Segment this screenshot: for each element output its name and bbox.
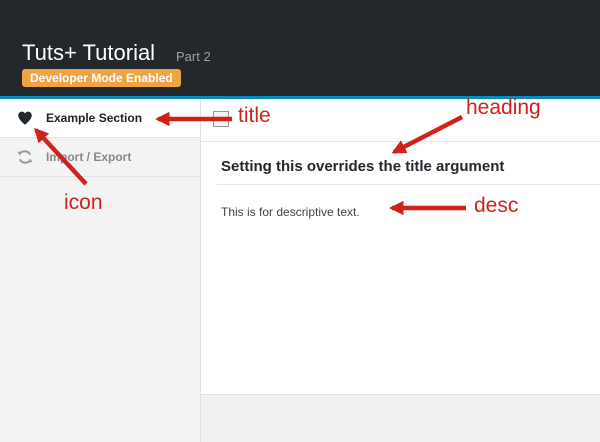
annotation-icon: icon xyxy=(64,191,103,214)
heading-arrow xyxy=(391,114,464,155)
icon-arrow xyxy=(34,127,88,186)
annotation-arrows xyxy=(34,111,466,216)
annotation-heading: heading xyxy=(466,96,541,119)
annotation-desc: desc xyxy=(474,194,519,217)
annotation-title: title xyxy=(238,104,271,127)
